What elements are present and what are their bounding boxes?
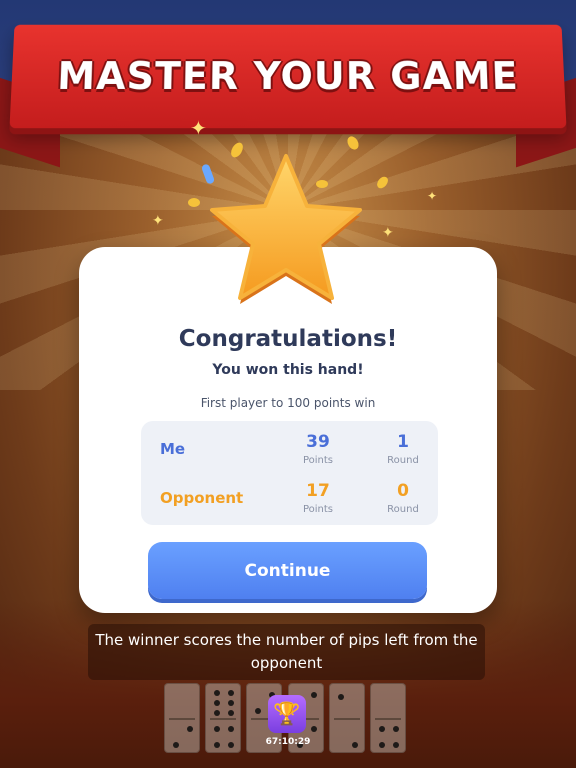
win-rule: First player to 100 points win xyxy=(0,396,576,410)
confetti xyxy=(188,198,200,207)
dialog-title: Congratulations! xyxy=(0,326,576,352)
sparkle-icon: ✦ xyxy=(152,214,164,228)
sparkle-icon: ✦ xyxy=(382,226,394,240)
round-label: Round xyxy=(373,455,433,466)
player-name-opponent: Opponent xyxy=(160,489,243,507)
opponent-points: 17 xyxy=(288,481,348,501)
dialog-subtitle: You won this hand! xyxy=(0,362,576,378)
me-points: 39 xyxy=(288,432,348,452)
hint-caption: The winner scores the number of pips lef… xyxy=(88,624,485,680)
sparkle-icon: ✦ xyxy=(190,118,207,138)
continue-button[interactable]: Continue xyxy=(148,542,427,599)
star-icon xyxy=(206,148,366,308)
sparkle-icon: ✦ xyxy=(427,190,437,202)
domino-tile[interactable] xyxy=(370,683,406,753)
title-banner: MASTER YOUR GAME xyxy=(9,25,566,128)
banner-title: MASTER YOUR GAME xyxy=(57,54,520,98)
event-timer: 67:10:29 xyxy=(262,737,314,747)
round-label: Round xyxy=(373,504,433,515)
me-round: 1 xyxy=(373,432,433,452)
domino-tile[interactable] xyxy=(164,683,200,753)
points-label: Points xyxy=(288,504,348,515)
domino-tile[interactable] xyxy=(205,683,241,753)
opponent-round: 0 xyxy=(373,481,433,501)
points-label: Points xyxy=(288,455,348,466)
player-name-me: Me xyxy=(160,440,185,458)
domino-tile[interactable] xyxy=(329,683,365,753)
trophy-icon[interactable]: 🏆 xyxy=(268,695,306,733)
